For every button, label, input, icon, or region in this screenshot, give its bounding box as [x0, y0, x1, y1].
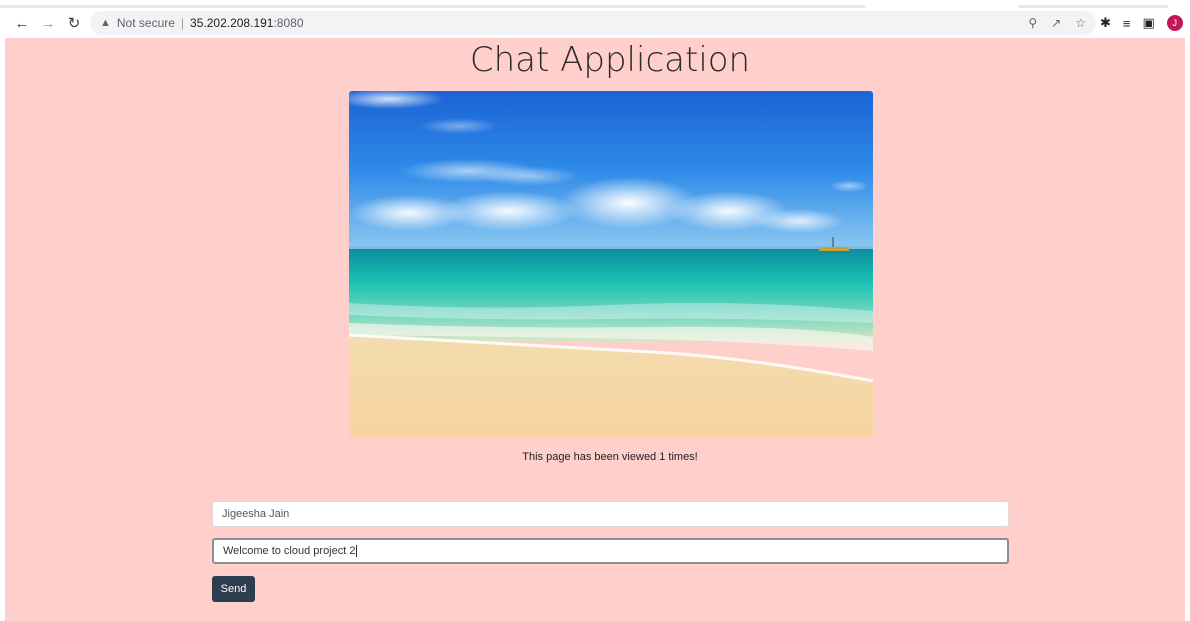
- share-icon[interactable]: ↗: [1051, 16, 1061, 30]
- tab-strip: [0, 0, 1190, 8]
- beach-picture: [349, 91, 873, 437]
- url-separator: |: [180, 16, 185, 30]
- reading-list-icon[interactable]: ≡: [1123, 16, 1131, 31]
- star-icon[interactable]: ☆: [1075, 16, 1086, 30]
- url-port: :8080: [273, 16, 304, 30]
- back-arrow-icon[interactable]: ←: [10, 11, 34, 35]
- page-title: Chat Application: [469, 40, 751, 80]
- url-host: 35.202.208.191: [190, 16, 274, 30]
- omnibox-actions: ⚲ ↗ ☆: [1028, 11, 1086, 35]
- forward-arrow-icon[interactable]: →: [36, 11, 60, 35]
- send-button[interactable]: Send: [212, 576, 255, 602]
- side-panel-icon[interactable]: ▣: [1143, 15, 1155, 31]
- name-input-value[interactable]: Jigeesha Jain: [222, 508, 289, 520]
- browser-toolbar: ← → ↻ ▲ Not secure | 35.202.208.191 :808…: [0, 8, 1190, 38]
- warning-icon[interactable]: ▲: [100, 17, 111, 29]
- beach-image: [349, 91, 873, 437]
- page-content: Chat Application This page has been view…: [5, 38, 1185, 621]
- security-label[interactable]: Not secure: [117, 16, 175, 30]
- zoom-icon[interactable]: ⚲: [1028, 16, 1037, 30]
- address-bar[interactable]: ▲ Not secure | 35.202.208.191 :8080 ⚲ ↗ …: [90, 11, 1096, 35]
- view-counter: This page has been viewed 1 times!: [522, 451, 698, 463]
- extensions-icon[interactable]: ✱: [1100, 15, 1111, 31]
- message-input[interactable]: Welcome to cloud project 2: [212, 538, 1009, 564]
- text-cursor: [356, 545, 358, 557]
- message-input-value[interactable]: Welcome to cloud project 2: [223, 545, 355, 557]
- name-input[interactable]: Jigeesha Jain: [212, 501, 1009, 527]
- avatar[interactable]: J: [1166, 15, 1183, 31]
- reload-icon[interactable]: ↻: [62, 11, 86, 35]
- browser-actions: ✱ ≡ ▣ J: [1100, 11, 1183, 35]
